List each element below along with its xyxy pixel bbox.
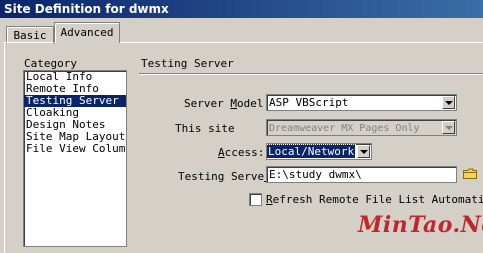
section-title: Testing Server xyxy=(141,57,234,70)
this-site-value: Dreamweaver MX Pages Only xyxy=(269,123,420,134)
this-site-select: Dreamweaver MX Pages Only xyxy=(266,119,457,136)
access-select[interactable]: Local/Network xyxy=(266,143,372,160)
chevron-down-icon[interactable] xyxy=(442,96,455,109)
this-site-label: This site xyxy=(175,122,235,135)
title-bar[interactable]: Site Definition for dwmx xyxy=(0,0,483,18)
refresh-checkbox[interactable] xyxy=(249,193,262,206)
access-label: Access: xyxy=(218,146,265,159)
tab-basic-label: Basic xyxy=(13,29,47,42)
category-label: Category xyxy=(24,57,77,70)
server-model-label: Server Model: xyxy=(184,97,271,110)
chevron-down-icon[interactable] xyxy=(357,145,370,158)
tab-advanced[interactable]: Advanced xyxy=(54,22,120,43)
category-list[interactable]: Local Info Remote Info Testing Server Cl… xyxy=(23,70,127,247)
section-divider xyxy=(139,73,483,75)
server-model-value: ASP VBScript xyxy=(269,96,349,109)
chevron-down-icon xyxy=(442,121,455,134)
testing-server-label: Testing Server xyxy=(178,170,271,183)
watermark-logo: MinTao.Net xyxy=(358,212,483,238)
refresh-label[interactable]: Refresh Remote File List Automatic xyxy=(266,193,483,206)
testing-server-value: E:\study dwmx\ xyxy=(269,168,362,181)
testing-server-input[interactable]: E:\study dwmx\ xyxy=(266,166,457,183)
tab-advanced-label: Advanced xyxy=(60,26,114,39)
list-item-file-view-columns[interactable]: File View Columns xyxy=(24,143,126,155)
server-model-select[interactable]: ASP VBScript xyxy=(266,94,457,111)
access-value: Local/Network xyxy=(267,144,357,159)
folder-icon[interactable] xyxy=(463,168,477,179)
window-title: Site Definition for dwmx xyxy=(4,2,169,16)
